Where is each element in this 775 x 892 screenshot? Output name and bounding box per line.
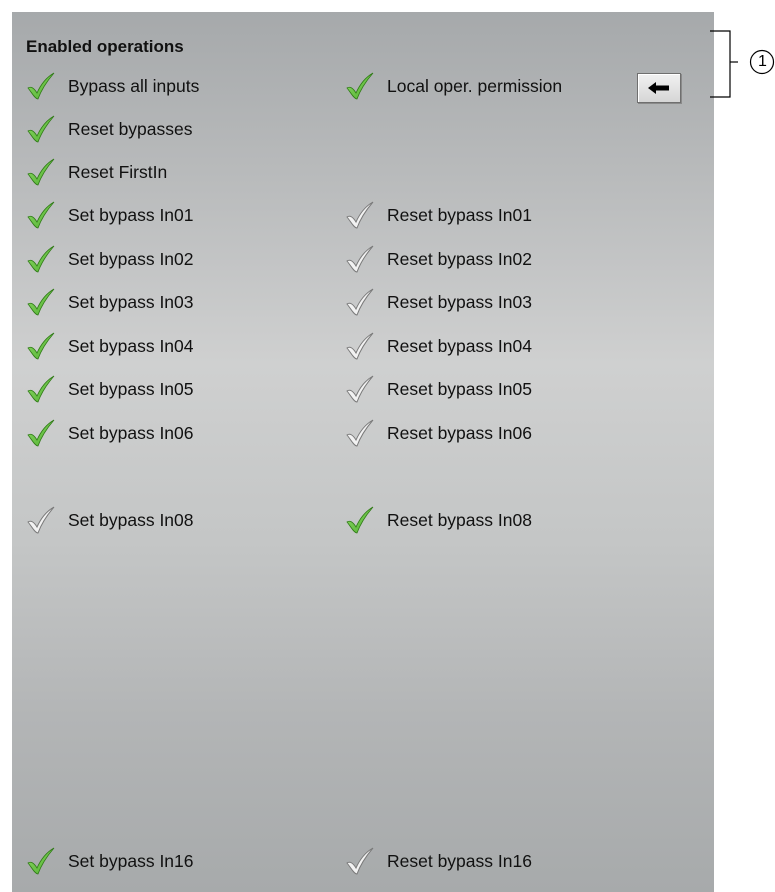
op-local-oper-permission: Local oper. permission <box>345 71 562 101</box>
op-label: Bypass all inputs <box>68 75 200 96</box>
checkmark-icon <box>26 157 56 187</box>
op-reset-bypass-in06: Reset bypass In06 <box>345 418 532 448</box>
op-reset-bypass-in08: Reset bypass In08 <box>345 505 532 535</box>
op-label: Reset bypass In04 <box>387 335 532 356</box>
op-reset-bypass-in03: Reset bypass In03 <box>345 287 532 317</box>
op-label: Reset bypass In08 <box>387 509 532 530</box>
op-set-bypass-in08: Set bypass In08 <box>26 505 194 535</box>
op-label: Reset bypass In02 <box>387 248 532 269</box>
op-label: Local oper. permission <box>387 75 563 96</box>
checkmark-icon <box>26 331 56 361</box>
op-label: Reset bypasses <box>68 118 193 139</box>
checkmark-icon <box>345 505 375 535</box>
checkmark-icon <box>345 374 375 404</box>
checkmark-icon <box>345 200 375 230</box>
op-reset-bypass-in01: Reset bypass In01 <box>345 200 532 230</box>
checkmark-icon <box>26 244 56 274</box>
checkmark-icon <box>345 418 375 448</box>
op-set-bypass-in02: Set bypass In02 <box>26 244 194 274</box>
checkmark-icon <box>26 374 56 404</box>
op-label: Set bypass In05 <box>68 378 194 399</box>
op-reset-bypass-in16: Reset bypass In16 <box>345 846 532 876</box>
checkmark-icon <box>26 505 56 535</box>
op-set-bypass-in03: Set bypass In03 <box>26 287 194 317</box>
op-label: Set bypass In01 <box>68 204 194 225</box>
op-reset-bypass-in02: Reset bypass In02 <box>345 244 532 274</box>
checkmark-icon <box>345 331 375 361</box>
operations-panel <box>12 12 714 892</box>
op-label: Set bypass In02 <box>68 248 194 269</box>
checkmark-icon <box>26 114 56 144</box>
checkmark-icon <box>26 200 56 230</box>
checkmark-icon <box>345 244 375 274</box>
op-label: Reset bypass In05 <box>387 378 532 399</box>
op-reset-bypasses: Reset bypasses <box>26 114 193 144</box>
checkmark-icon <box>345 71 375 101</box>
checkmark-icon <box>345 287 375 317</box>
op-label: Set bypass In16 <box>68 850 194 871</box>
callout-number: 1 <box>758 53 767 70</box>
op-set-bypass-in05: Set bypass In05 <box>26 374 194 404</box>
op-reset-bypass-in05: Reset bypass In05 <box>345 374 532 404</box>
op-label: Set bypass In03 <box>68 291 194 312</box>
op-reset-bypass-in04: Reset bypass In04 <box>345 331 532 361</box>
op-label: Set bypass In04 <box>68 335 194 356</box>
op-set-bypass-in16: Set bypass In16 <box>26 846 194 876</box>
op-bypass-all-inputs: Bypass all inputs <box>26 71 199 101</box>
op-set-bypass-in01: Set bypass In01 <box>26 200 194 230</box>
checkmark-icon <box>26 418 56 448</box>
section-title: Enabled operations <box>26 37 184 56</box>
local-permission-button[interactable] <box>637 73 681 103</box>
op-set-bypass-in04: Set bypass In04 <box>26 331 194 361</box>
op-label: Reset bypass In06 <box>387 422 532 443</box>
checkmark-icon <box>26 287 56 317</box>
op-label: Reset bypass In16 <box>387 850 532 871</box>
op-set-bypass-in06: Set bypass In06 <box>26 418 194 448</box>
arrow-left-icon <box>648 82 669 94</box>
op-label: Set bypass In08 <box>68 509 194 530</box>
op-label: Reset bypass In01 <box>387 204 532 225</box>
checkmark-icon <box>26 71 56 101</box>
op-label: Reset bypass In03 <box>387 291 532 312</box>
op-reset-firstin: Reset FirstIn <box>26 157 167 187</box>
checkmark-icon <box>345 846 375 876</box>
checkmark-icon <box>26 846 56 876</box>
op-label: Set bypass In06 <box>68 422 194 443</box>
op-label: Reset FirstIn <box>68 161 168 182</box>
